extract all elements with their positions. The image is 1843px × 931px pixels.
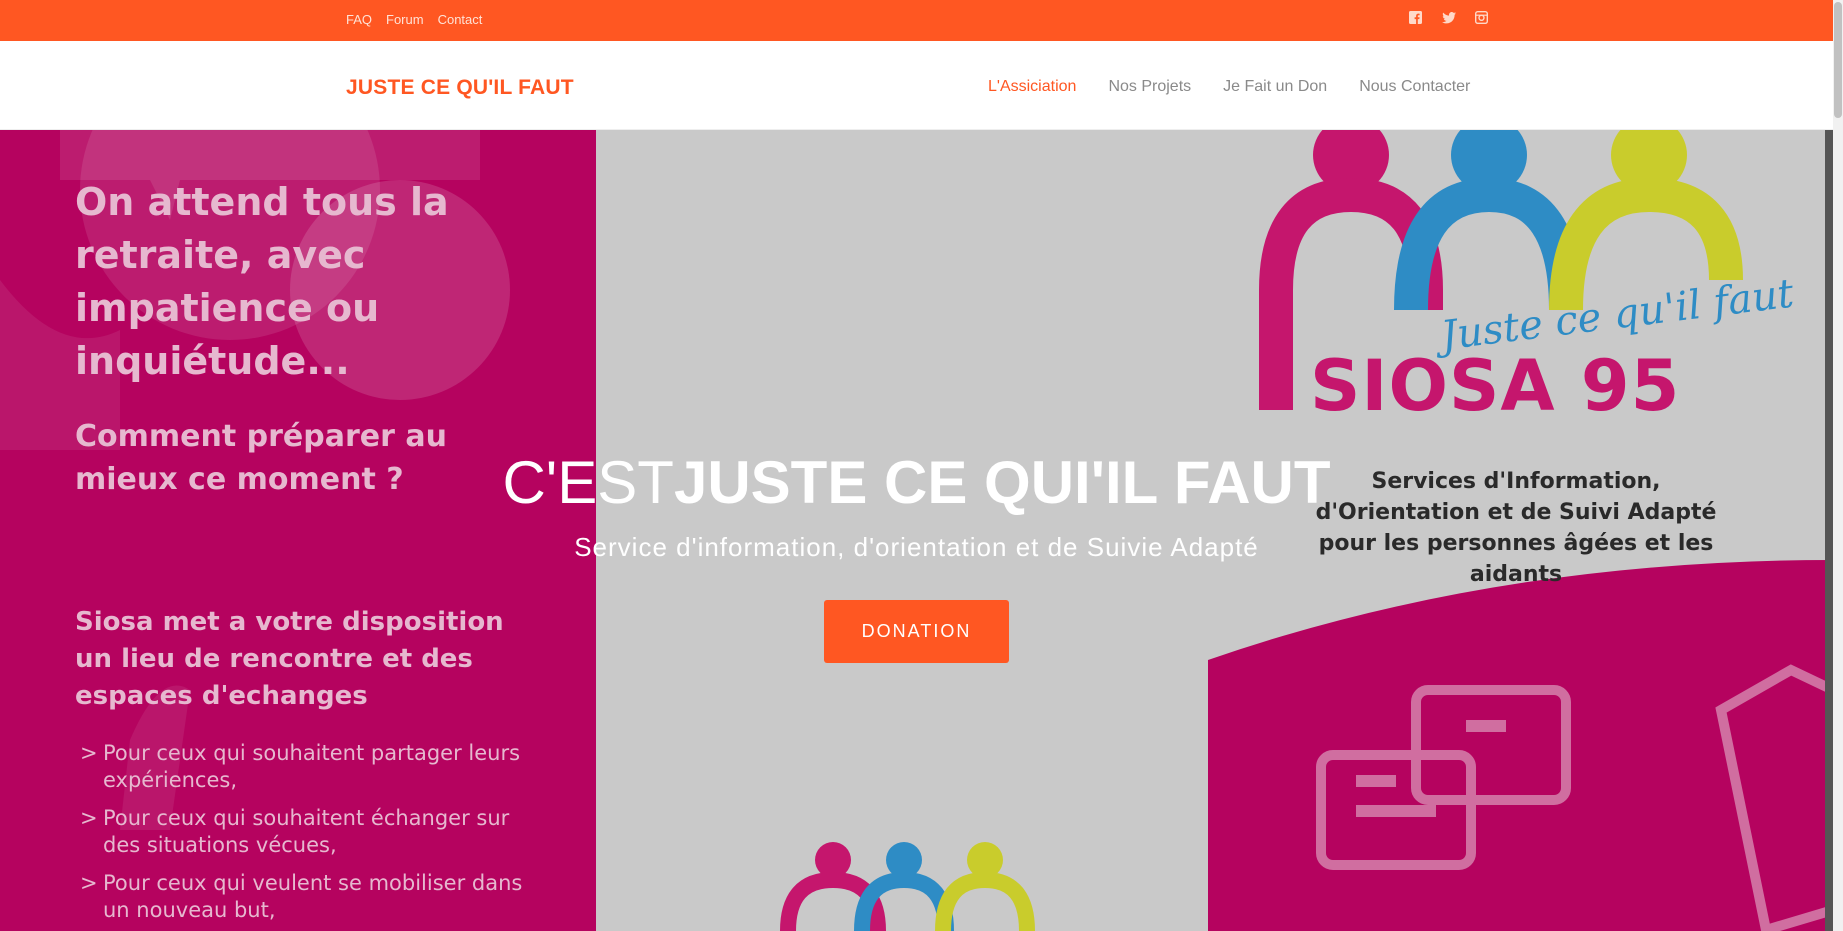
flyer-left-panel: On attend tous la retraite, avec impatie… (0, 130, 596, 931)
flyer-list: > Pour ceux qui souhaitent partager leurs… (80, 740, 550, 931)
list-item: > Pour ceux qui veulent se mobiliser dans… (80, 871, 523, 922)
list-item: > Pour ceux qui souhaitent partager leurs… (80, 741, 521, 792)
hero-title-main: JUSTE CE QUI'IL FAUT (673, 449, 1331, 516)
page-scrollbar[interactable] (1833, 0, 1843, 931)
main-menu: L'Assiciation Nos Projets Je Fait un Don… (988, 78, 1470, 96)
site-brand[interactable]: JUSTE CE QU'IL FAUT (346, 76, 574, 100)
contact-link[interactable]: Contact (438, 12, 483, 27)
faq-link[interactable]: FAQ (346, 12, 372, 27)
twitter-icon[interactable] (1441, 10, 1456, 25)
nav-item-contact[interactable]: Nous Contacter (1359, 78, 1470, 96)
nav-item-association[interactable]: L'Assiciation (988, 78, 1076, 96)
chevron-right-icon: > (80, 871, 98, 895)
logo-title: SIOSA 95 (1310, 345, 1681, 427)
top-links: FAQ Forum Contact (346, 12, 482, 27)
nav-item-donate[interactable]: Je Fait un Don (1223, 78, 1327, 96)
hero-title-prefix: C'EST (502, 449, 674, 516)
chevron-right-icon: > (80, 806, 98, 830)
scrollbar-thumb[interactable] (1834, 2, 1842, 118)
panel-edge (1825, 130, 1833, 931)
hero-title: C'ESTJUSTE CE QUI'IL FAUT (0, 448, 1833, 517)
social-links (1408, 10, 1489, 25)
top-bar: FAQ Forum Contact (0, 0, 1833, 41)
nav-item-projects[interactable]: Nos Projets (1108, 78, 1191, 96)
donation-button[interactable]: DONATION (824, 600, 1009, 663)
main-navbar: JUSTE CE QU'IL FAUT L'Assiciation Nos Pr… (0, 41, 1833, 130)
instagram-icon[interactable] (1474, 10, 1489, 25)
chevron-right-icon: > (80, 741, 98, 765)
forum-link[interactable]: Forum (386, 12, 424, 27)
hero-section: On attend tous la retraite, avec impatie… (0, 130, 1833, 931)
list-item: > Pour ceux qui souhaitent échanger sur d… (80, 806, 510, 857)
flyer-offer: Siosa met a votre disposition un lieu de… (75, 607, 504, 711)
facebook-icon[interactable] (1408, 10, 1423, 25)
hero-subtitle: Service d'information, d'orientation et … (574, 532, 1259, 562)
flyer-heading: On attend tous la retraite, avec impatie… (75, 180, 449, 383)
